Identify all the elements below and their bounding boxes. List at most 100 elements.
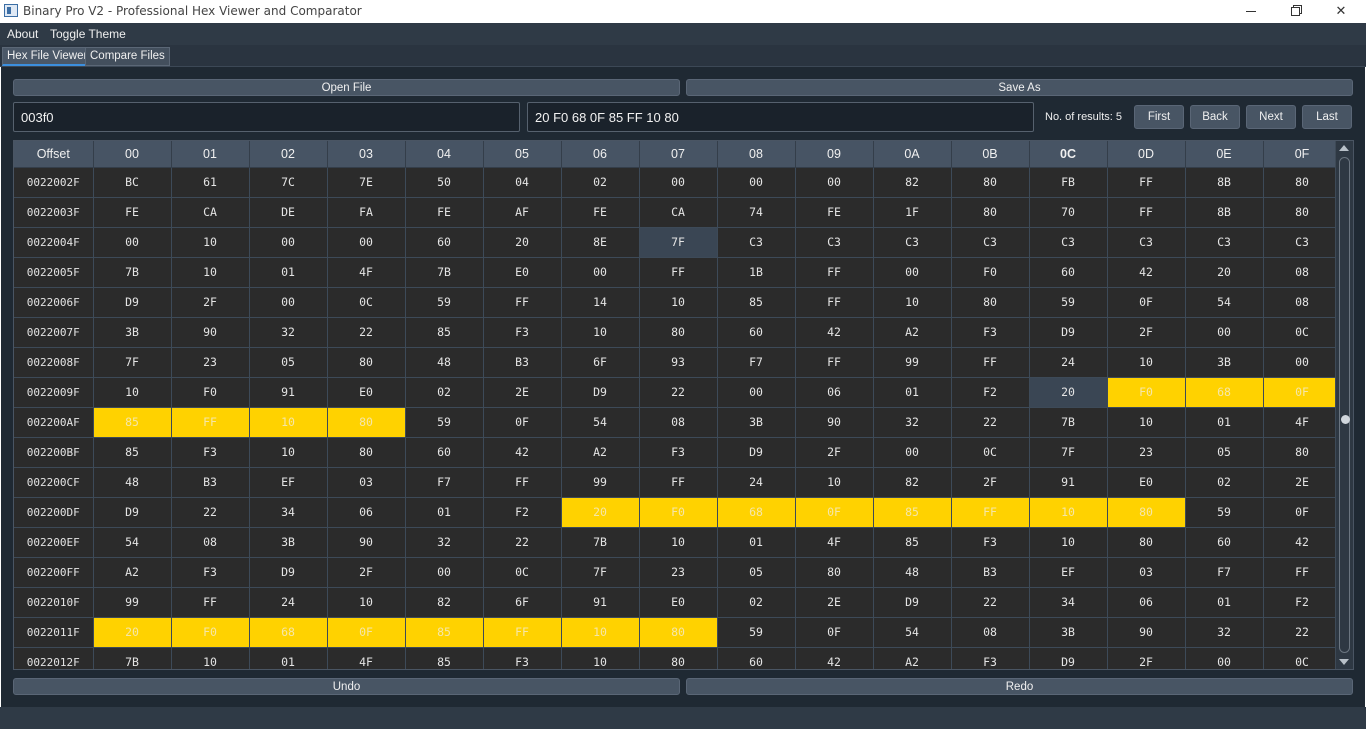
byte-cell[interactable]: 99 — [561, 467, 640, 498]
byte-cell[interactable]: 22 — [483, 527, 562, 558]
byte-cell[interactable]: FF — [639, 467, 718, 498]
match-byte-cell[interactable]: FF — [171, 407, 250, 438]
byte-cell[interactable]: 08 — [639, 407, 718, 438]
byte-cell[interactable]: 22 — [951, 407, 1030, 438]
byte-cell[interactable]: 2F — [951, 467, 1030, 498]
byte-cell[interactable]: 00 — [639, 167, 718, 198]
byte-cell[interactable]: 10 — [1029, 527, 1108, 558]
byte-cell[interactable]: F3 — [483, 317, 562, 348]
byte-cell[interactable]: 01 — [249, 257, 328, 288]
byte-cell[interactable]: 6F — [561, 347, 640, 378]
byte-cell[interactable]: 10 — [561, 647, 640, 669]
byte-cell[interactable]: FF — [951, 347, 1030, 378]
byte-cell[interactable]: 42 — [1107, 257, 1186, 288]
match-byte-cell[interactable]: FF — [951, 497, 1030, 528]
byte-cell[interactable]: FF — [483, 287, 562, 318]
tab-hex-file-viewer[interactable]: Hex File Viewer — [2, 47, 93, 66]
byte-cell[interactable]: 20 — [1185, 257, 1264, 288]
byte-cell[interactable]: 00 — [873, 437, 952, 468]
byte-cell[interactable]: C3 — [1185, 227, 1264, 258]
byte-cell[interactable]: 80 — [1263, 437, 1342, 468]
byte-cell[interactable]: 10 — [327, 587, 406, 618]
match-byte-cell[interactable]: 80 — [327, 407, 406, 438]
byte-cell[interactable]: 61 — [171, 167, 250, 198]
byte-cell[interactable]: 10 — [1107, 407, 1186, 438]
byte-cell[interactable]: FF — [639, 257, 718, 288]
byte-cell[interactable]: 0C — [1263, 647, 1342, 669]
byte-cell[interactable]: 80 — [1263, 167, 1342, 198]
byte-cell[interactable]: 32 — [873, 407, 952, 438]
byte-cell[interactable]: 93 — [639, 347, 718, 378]
byte-cell[interactable]: F0 — [951, 257, 1030, 288]
byte-cell[interactable]: 90 — [327, 527, 406, 558]
byte-cell[interactable]: 00 — [1185, 317, 1264, 348]
byte-cell[interactable]: 01 — [1185, 587, 1264, 618]
byte-cell[interactable]: 99 — [873, 347, 952, 378]
byte-cell[interactable]: 80 — [1263, 197, 1342, 228]
byte-cell[interactable]: 80 — [639, 647, 718, 669]
byte-cell[interactable]: 10 — [561, 317, 640, 348]
byte-cell[interactable]: 02 — [717, 587, 796, 618]
byte-cell[interactable]: 0F — [1107, 287, 1186, 318]
byte-cell[interactable]: FF — [795, 347, 874, 378]
byte-cell[interactable]: EF — [1029, 557, 1108, 588]
byte-cell[interactable]: 32 — [405, 527, 484, 558]
byte-cell[interactable]: F2 — [951, 377, 1030, 408]
match-byte-cell[interactable]: F0 — [1107, 377, 1186, 408]
byte-cell[interactable]: 10 — [93, 377, 172, 408]
byte-cell[interactable]: 10 — [171, 647, 250, 669]
byte-cell[interactable]: 0F — [795, 617, 874, 648]
byte-cell[interactable]: 4F — [327, 257, 406, 288]
byte-cell[interactable]: 00 — [717, 377, 796, 408]
save-as-button[interactable]: Save As — [686, 79, 1353, 96]
byte-cell[interactable]: 03 — [1107, 557, 1186, 588]
byte-cell[interactable]: 00 — [717, 167, 796, 198]
byte-cell[interactable]: 7F — [93, 347, 172, 378]
byte-cell[interactable]: 0F — [1263, 497, 1342, 528]
byte-cell[interactable]: 3B — [717, 407, 796, 438]
byte-cell[interactable]: FF — [1263, 557, 1342, 588]
byte-cell[interactable]: CA — [171, 197, 250, 228]
match-byte-cell[interactable]: 10 — [1029, 497, 1108, 528]
byte-cell[interactable]: 85 — [405, 317, 484, 348]
byte-cell[interactable]: C3 — [795, 227, 874, 258]
match-byte-cell[interactable]: F0 — [639, 497, 718, 528]
byte-column-header[interactable]: 0E — [1185, 141, 1264, 168]
menu-about[interactable]: About — [7, 27, 38, 41]
byte-cell[interactable]: FF — [1107, 197, 1186, 228]
byte-cell[interactable]: 4F — [795, 527, 874, 558]
byte-cell[interactable]: 0C — [1263, 317, 1342, 348]
byte-cell[interactable]: F3 — [483, 647, 562, 669]
byte-cell[interactable]: 59 — [1185, 497, 1264, 528]
byte-cell[interactable]: 82 — [405, 587, 484, 618]
byte-cell[interactable]: FF — [483, 467, 562, 498]
byte-cell[interactable]: 08 — [951, 617, 1030, 648]
byte-cell[interactable]: E0 — [327, 377, 406, 408]
match-byte-cell[interactable]: 10 — [249, 407, 328, 438]
match-byte-cell[interactable]: 68 — [249, 617, 328, 648]
byte-cell[interactable]: F3 — [171, 437, 250, 468]
byte-cell[interactable]: 32 — [249, 317, 328, 348]
open-file-button[interactable]: Open File — [13, 79, 680, 96]
byte-column-header[interactable]: 06 — [561, 141, 640, 168]
byte-cell[interactable]: 8B — [1185, 197, 1264, 228]
byte-cell[interactable]: 03 — [327, 467, 406, 498]
byte-cell[interactable]: 80 — [951, 287, 1030, 318]
byte-cell[interactable]: 7C — [249, 167, 328, 198]
scroll-down-arrow-icon[interactable] — [1339, 659, 1349, 665]
byte-cell[interactable]: 06 — [327, 497, 406, 528]
byte-cell[interactable]: 42 — [795, 317, 874, 348]
byte-cell[interactable]: 2E — [483, 377, 562, 408]
byte-cell[interactable]: 42 — [1263, 527, 1342, 558]
byte-column-header[interactable]: 00 — [93, 141, 172, 168]
vertical-scrollbar[interactable] — [1335, 141, 1353, 669]
byte-cell[interactable]: AF — [483, 197, 562, 228]
byte-cell[interactable]: 7F — [1029, 437, 1108, 468]
byte-cell[interactable]: 00 — [249, 227, 328, 258]
byte-cell[interactable]: 59 — [405, 287, 484, 318]
byte-cell[interactable]: F3 — [951, 647, 1030, 669]
byte-cell[interactable]: D9 — [873, 587, 952, 618]
next-result-button[interactable]: Next — [1246, 105, 1296, 129]
match-byte-cell[interactable]: 80 — [1107, 497, 1186, 528]
byte-cell[interactable]: 54 — [93, 527, 172, 558]
